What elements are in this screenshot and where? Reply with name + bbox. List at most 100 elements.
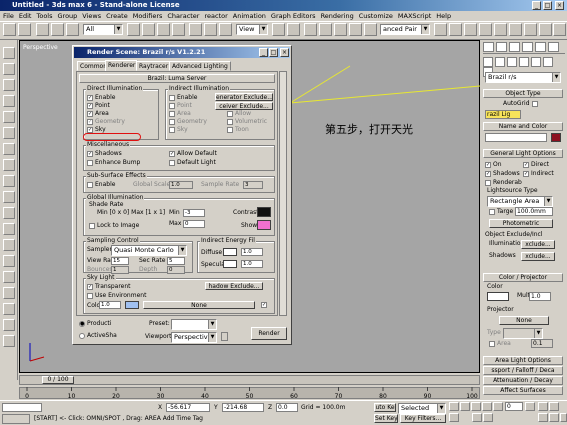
lock-to-image-checkbox[interactable]: Lock to Image (89, 222, 139, 230)
volumetric-checkbox[interactable]: Volumetric (227, 118, 267, 126)
bind-space-warp-icon[interactable] (66, 23, 79, 36)
illumination-exclude-button[interactable]: xclude... (521, 240, 555, 249)
sss-enable-checkbox[interactable]: Enable (87, 181, 115, 189)
helpers-category-icon[interactable] (531, 57, 541, 67)
create-camera-icon[interactable] (3, 95, 15, 107)
render-type-icon[interactable] (553, 23, 566, 36)
pan-icon[interactable] (538, 413, 548, 422)
create-helper-icon[interactable] (3, 111, 15, 123)
zoom-extents-all-icon[interactable] (549, 402, 559, 411)
percent-snap-icon[interactable] (334, 23, 347, 36)
renderable-checkbox[interactable]: Renderab (485, 179, 522, 187)
attenuation-decay-rollout[interactable]: Attenuation / Decay (483, 376, 563, 385)
redo-icon[interactable] (18, 23, 31, 36)
general-light-rollout[interactable]: General Light Options (483, 149, 563, 158)
production-radio[interactable]: ● Producti (79, 320, 111, 328)
window-crossing-icon[interactable] (172, 23, 185, 36)
sky-map-checkbox[interactable]: ✓ (261, 301, 269, 309)
create-shape-icon[interactable] (3, 63, 15, 75)
direct-point-checkbox[interactable]: ✓ Point (87, 102, 110, 110)
goto-start-icon[interactable] (449, 402, 459, 411)
autogrid-checkbox[interactable]: AutoGrid (503, 100, 540, 108)
global-scale-spinner[interactable]: 1.0 (169, 181, 193, 189)
maxscript-listener-field[interactable] (2, 403, 42, 412)
view-rate-spinner[interactable]: 15 (111, 257, 129, 265)
layer-manager-icon[interactable] (464, 23, 477, 36)
select-manipulate-icon[interactable] (287, 23, 300, 36)
menu-create[interactable]: Create (106, 12, 128, 20)
menu-group[interactable]: Group (58, 12, 78, 20)
menu-tools[interactable]: Tools (36, 12, 52, 20)
sampler-combo[interactable]: Quasi Monte Carlo ▼ (111, 245, 187, 256)
receiver-exclude-button[interactable]: ceiver Exclude... (215, 102, 273, 110)
key-mode-toggle-icon[interactable] (525, 402, 535, 411)
z-coordinate-field[interactable]: 0.0 (276, 403, 298, 412)
bounces-spinner[interactable]: 1 (111, 266, 129, 274)
render-icon[interactable] (3, 303, 15, 315)
indirect-enable-checkbox[interactable]: Enable (169, 94, 197, 102)
spacewarps-category-icon[interactable] (543, 57, 553, 67)
snap-toggle-icon[interactable] (304, 23, 317, 36)
menu-rendering[interactable]: Rendering (321, 12, 354, 20)
y-coordinate-field[interactable]: -214.68 (222, 403, 264, 412)
sky-color-spinner[interactable]: 1.0 (99, 301, 121, 309)
edit-named-selection-icon[interactable] (364, 23, 377, 36)
x-coordinate-field[interactable]: -56.617 (166, 403, 210, 412)
menu-edit[interactable]: Edit (19, 12, 32, 20)
lights-category-icon[interactable] (507, 57, 517, 67)
align-icon[interactable] (449, 23, 462, 36)
set-key-button[interactable]: Set Key (374, 414, 398, 423)
diffuse-swatch[interactable] (223, 248, 237, 256)
create-system-icon[interactable] (3, 143, 15, 155)
sample-rate-spinner[interactable]: 3 (243, 181, 263, 189)
minimize-button[interactable]: _ (532, 1, 541, 10)
fog-icon[interactable] (3, 319, 15, 331)
spinner-snap-icon[interactable] (349, 23, 362, 36)
sky-map-button[interactable]: None (143, 301, 255, 309)
menu-reactor[interactable]: reactor (204, 12, 227, 20)
reactor-icon[interactable] (3, 175, 15, 187)
create-light-icon[interactable] (3, 79, 15, 91)
move-icon[interactable] (189, 23, 202, 36)
camera-tool-icon[interactable] (3, 335, 15, 347)
schematic-view-icon[interactable] (494, 23, 507, 36)
cameras-category-icon[interactable] (519, 57, 529, 67)
motion-tab-icon[interactable] (522, 42, 533, 52)
name-color-rollout[interactable]: Name and Color (483, 122, 563, 131)
affect-surfaces-rollout[interactable]: Affect Surfaces (483, 386, 563, 395)
use-environment-checkbox[interactable]: Use Environment (87, 292, 146, 300)
lightsource-type-combo[interactable]: Rectangle Area ▼ (487, 196, 553, 207)
modify-tab-icon[interactable] (496, 42, 507, 52)
luma-server-rollout[interactable]: Brazil: Luma Server (79, 74, 275, 83)
create-spacewarp-icon[interactable] (3, 127, 15, 139)
shadows-checkbox[interactable]: ✓ Shadows (87, 150, 122, 158)
hierarchy-icon[interactable] (3, 223, 15, 235)
max-spinner[interactable]: 0 (183, 220, 205, 228)
geometry-category-icon[interactable] (483, 57, 493, 67)
particle-icon[interactable] (3, 191, 15, 203)
menu-help[interactable]: Help (436, 12, 451, 20)
modifier-icon[interactable] (3, 207, 15, 219)
target-checkbox[interactable]: Targe (489, 208, 513, 216)
select-object-icon[interactable] (127, 23, 140, 36)
rotate-icon[interactable] (204, 23, 217, 36)
dialog-close-button[interactable]: × (280, 48, 289, 57)
dialog-scrollbar[interactable] (279, 71, 287, 316)
rectangular-selection-icon[interactable] (157, 23, 170, 36)
selection-filter-combo[interactable]: All ▼ (83, 24, 123, 35)
lock-viewport-icon[interactable] (221, 332, 228, 341)
sky-color-swatch[interactable] (125, 301, 139, 309)
generator-exclude-button[interactable]: enerator Exclude... (215, 93, 273, 101)
area-field[interactable]: 0.1 (531, 339, 553, 348)
direct-geometry-checkbox[interactable]: ✓ Geometry (87, 118, 125, 126)
shapes-category-icon[interactable] (495, 57, 505, 67)
menu-file[interactable]: File (3, 12, 14, 20)
create-tab-icon[interactable] (483, 42, 494, 52)
sec-rate-spinner[interactable]: 5 (167, 257, 185, 265)
named-selection-combo[interactable]: anced Pair ▼ (380, 24, 430, 35)
material-editor-icon[interactable] (509, 23, 522, 36)
key-filters-button[interactable]: Key Filters... (400, 414, 446, 423)
diffuse-spinner[interactable]: 1.0 (241, 248, 263, 256)
menu-maxscript[interactable]: MAXScript (398, 12, 431, 20)
indirect-area-checkbox[interactable]: Area (169, 110, 191, 118)
